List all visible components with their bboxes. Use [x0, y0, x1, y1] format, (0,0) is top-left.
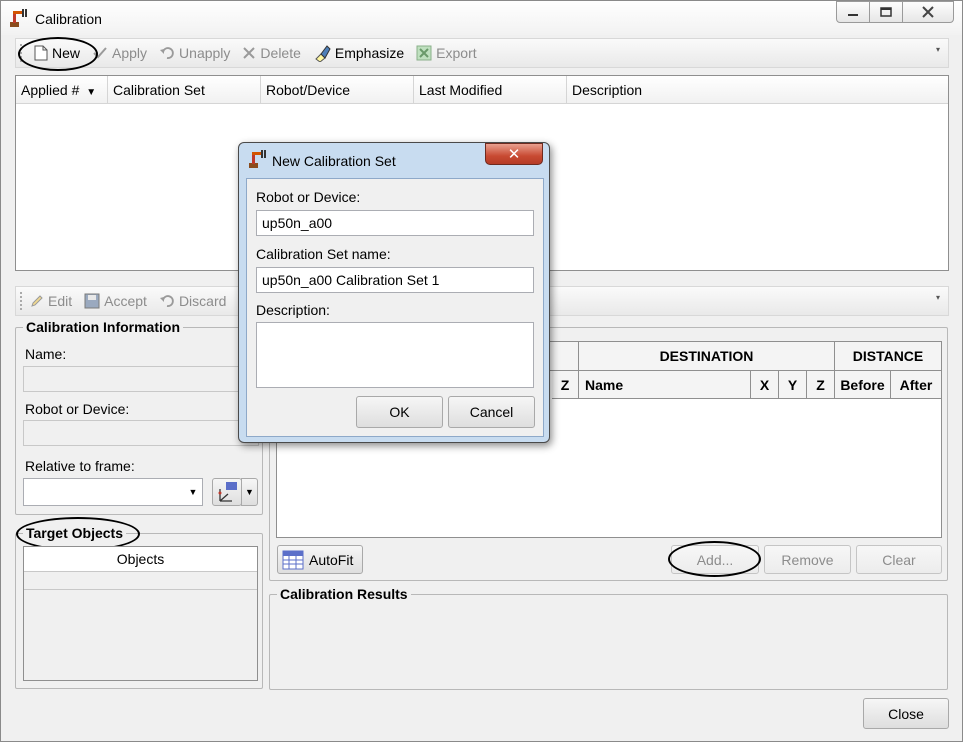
- destination-x-column[interactable]: X: [751, 371, 779, 399]
- close-icon: ✕: [507, 146, 521, 163]
- frame-picker-dropdown[interactable]: ▼: [241, 478, 258, 506]
- destination-z-column[interactable]: Z: [807, 371, 835, 399]
- apply-button[interactable]: Apply: [92, 45, 147, 61]
- name-field[interactable]: [23, 366, 259, 392]
- column-description[interactable]: Description: [567, 76, 948, 103]
- export-label: Export: [436, 45, 477, 61]
- edit-button[interactable]: Edit: [30, 293, 72, 309]
- new-document-icon: [34, 45, 48, 61]
- undo-icon: [159, 295, 174, 307]
- autofit-label: AutoFit: [309, 551, 354, 568]
- toolbar-overflow-icon[interactable]: ▾: [936, 293, 946, 313]
- toolbar-overflow-icon[interactable]: ▾: [936, 45, 946, 65]
- emphasize-button[interactable]: Emphasize: [313, 44, 404, 62]
- delete-x-icon: [243, 47, 256, 59]
- discard-label: Discard: [178, 293, 227, 309]
- autofit-table-icon: [282, 550, 304, 569]
- new-label: New: [52, 45, 81, 61]
- clear-points-button[interactable]: Clear: [856, 545, 942, 574]
- export-button[interactable]: Export: [416, 45, 477, 61]
- highlighter-icon: [315, 45, 331, 62]
- objects-column-header[interactable]: Objects: [24, 547, 257, 572]
- excel-export-icon: [416, 45, 432, 61]
- close-button[interactable]: Close: [863, 698, 949, 729]
- calibration-window: Calibration New Apply Unapply Delete Emp…: [0, 0, 963, 742]
- new-button[interactable]: New: [34, 45, 80, 61]
- minimize-button[interactable]: [836, 1, 870, 23]
- undo-icon: [160, 47, 174, 59]
- toolbar-grip[interactable]: [20, 292, 26, 310]
- window-title: Calibration: [35, 11, 102, 27]
- dialog-set-name-input[interactable]: up50n_a00 Calibration Set 1: [256, 267, 534, 293]
- distance-after-column[interactable]: After: [891, 371, 941, 399]
- new-calibration-set-dialog: New Calibration Set ✕ Robot or Device: u…: [238, 142, 550, 443]
- dialog-description-textarea[interactable]: [256, 322, 534, 388]
- relative-frame-select[interactable]: ▼: [23, 478, 203, 506]
- robot-app-icon: [249, 150, 266, 168]
- delete-label: Delete: [260, 45, 301, 61]
- column-applied-label: Applied #: [21, 82, 80, 98]
- robot-app-icon: [10, 9, 27, 27]
- checkmark-icon: [93, 47, 107, 59]
- remove-point-button[interactable]: Remove: [764, 545, 851, 574]
- objects-header-label: Objects: [116, 551, 165, 567]
- dialog-robot-label: Robot or Device:: [256, 189, 361, 205]
- dropdown-arrow-icon: ▼: [245, 487, 254, 497]
- dialog-cancel-button[interactable]: Cancel: [448, 396, 535, 428]
- autofit-button[interactable]: AutoFit: [277, 545, 363, 574]
- maximize-button[interactable]: [869, 1, 903, 23]
- pencil-icon: [31, 295, 43, 307]
- name-label: Name:: [25, 346, 67, 362]
- destination-name-column[interactable]: Name: [579, 371, 751, 399]
- calibration-results-title: Calibration Results: [277, 586, 411, 602]
- dialog-set-name-label: Calibration Set name:: [256, 246, 391, 262]
- dialog-close-button[interactable]: ✕: [485, 143, 543, 165]
- edit-label: Edit: [48, 293, 73, 309]
- discard-button[interactable]: Discard: [159, 293, 226, 309]
- unapply-label: Unapply: [179, 45, 231, 61]
- close-icon: [922, 6, 934, 18]
- frame-picker-button[interactable]: [212, 478, 242, 506]
- distance-before-column[interactable]: Before: [835, 371, 891, 399]
- save-icon: [84, 293, 100, 309]
- dialog-body: Robot or Device: up50n_a00 Calibration S…: [246, 178, 544, 437]
- toolbar-grip[interactable]: [20, 44, 26, 62]
- add-point-button[interactable]: Add...: [671, 545, 759, 574]
- source-z-column[interactable]: Z: [552, 371, 579, 399]
- accept-label: Accept: [104, 293, 147, 309]
- delete-button[interactable]: Delete: [242, 45, 301, 61]
- distance-header: DISTANCE: [835, 342, 941, 371]
- restore-icon: [880, 7, 892, 17]
- accept-button[interactable]: Accept: [84, 293, 147, 309]
- dialog-ok-button[interactable]: OK: [356, 396, 443, 428]
- chevron-down-icon: ▼: [188, 487, 198, 497]
- dialog-description-label: Description:: [256, 302, 330, 318]
- minimize-icon: [848, 14, 858, 16]
- robot-device-field[interactable]: [23, 420, 259, 446]
- close-window-button[interactable]: [902, 1, 954, 23]
- apply-label: Apply: [112, 45, 148, 61]
- robot-device-label: Robot or Device:: [25, 401, 130, 417]
- destination-y-column[interactable]: Y: [779, 371, 807, 399]
- sort-down-icon: ▼: [86, 87, 97, 98]
- frame-picker-icon: [218, 482, 237, 502]
- title-bar: Calibration: [1, 1, 962, 35]
- list-item[interactable]: [24, 572, 257, 590]
- emphasize-label: Emphasize: [334, 45, 405, 61]
- column-robot-device[interactable]: Robot/Device: [261, 76, 414, 103]
- relative-frame-label: Relative to frame:: [25, 458, 135, 474]
- unapply-button[interactable]: Unapply: [159, 45, 230, 61]
- target-objects-title: Target Objects: [23, 525, 126, 541]
- calibration-sets-header: Applied # ▼ Calibration Set Robot/Device…: [16, 76, 948, 104]
- column-calibration-set[interactable]: Calibration Set: [108, 76, 261, 103]
- column-last-modified[interactable]: Last Modified: [414, 76, 567, 103]
- calibration-results-group: [269, 594, 948, 690]
- dialog-robot-input[interactable]: up50n_a00: [256, 210, 534, 236]
- objects-list[interactable]: Objects: [23, 546, 258, 681]
- calibration-set-toolbar: New Apply Unapply Delete Emphasize Expor…: [15, 38, 949, 68]
- calibration-info-title: Calibration Information: [23, 319, 183, 335]
- dialog-title: New Calibration Set: [272, 153, 396, 169]
- column-applied[interactable]: Applied # ▼: [16, 76, 108, 103]
- destination-header: DESTINATION: [579, 342, 835, 371]
